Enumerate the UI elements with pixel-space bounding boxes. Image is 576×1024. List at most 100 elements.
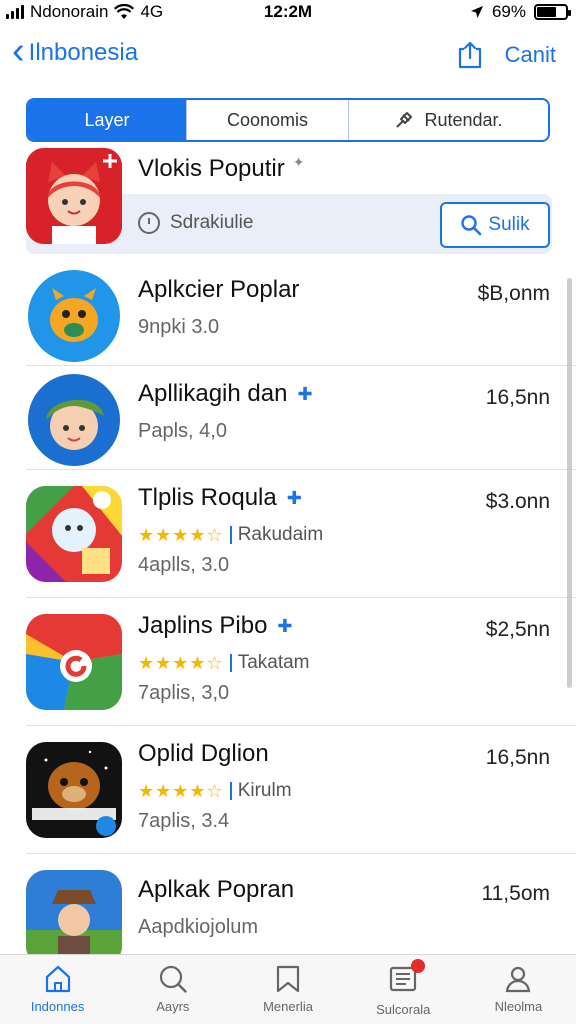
app-meta: 9npki 3.0 — [138, 316, 220, 338]
tab-label: Menerlia — [263, 999, 313, 1014]
share-icon[interactable] — [455, 40, 485, 70]
app-price[interactable]: 16,5nn — [486, 386, 550, 410]
featured-subtitle-text: Sdrakiulie — [170, 212, 254, 233]
add-icon[interactable]: ✚ — [297, 384, 312, 404]
nav-actions: Canit — [455, 40, 556, 70]
app-name-text: Aplkak Popran — [138, 876, 295, 903]
rating-line: ★★★★☆ Kirulm — [138, 780, 292, 802]
pin-icon — [396, 112, 413, 128]
app-name-text: Aplkcier Poplar — [138, 276, 300, 303]
location-arrow-icon — [470, 6, 483, 18]
app-meta: 7aplis, 3.4 — [138, 810, 230, 832]
star-rating: ★★★★☆ — [138, 780, 224, 801]
search-icon — [461, 215, 482, 236]
list-item[interactable]: Aplkcier Poplar 9npki 3.0 $B,onm — [26, 262, 576, 366]
app-list: Aplkcier Poplar 9npki 3.0 $B,onm Apllika… — [0, 262, 576, 966]
cart-button[interactable]: Canit — [505, 42, 556, 68]
battery-fill — [537, 7, 557, 17]
app-name-text: Apllikagih dan — [138, 380, 288, 407]
featured-subtitle: Sdrakiulie — [138, 212, 253, 234]
segment-calendar[interactable]: Rutendar. — [348, 100, 548, 140]
rating-label: Kirulm — [237, 780, 292, 801]
segmented-control: Layer Coonomis Rutendar. — [26, 98, 550, 142]
app-name-text: Tlplis Roqula — [138, 484, 277, 511]
featured-card[interactable]: Vlokis Poputir ✦ Sdrakiulie Sulik — [26, 148, 552, 254]
app-icon — [26, 614, 122, 710]
tab-label: Nleolma — [494, 999, 543, 1014]
tab-home[interactable]: Indonnes — [0, 955, 115, 1024]
clock-icon — [138, 212, 160, 234]
tab-label: Sulcorala — [376, 1002, 431, 1017]
featured-app-icon[interactable] — [26, 148, 122, 244]
app-name-text: Oplid Dglion — [138, 740, 269, 767]
app-icon — [26, 268, 122, 364]
add-icon[interactable]: ✚ — [277, 616, 292, 636]
app-name: Japlins Pibo ✚ — [138, 612, 293, 640]
profile-icon — [506, 966, 531, 993]
app-name: Tlplis Roqula ✚ — [138, 484, 302, 512]
tab-bar: Indonnes Aayrs Menerlia Sulcorala Nleolm… — [0, 954, 576, 1024]
app-price[interactable]: $B,onm — [478, 282, 550, 306]
app-name: Apllikagih dan ✚ — [138, 380, 313, 408]
app-price[interactable]: 11,5om — [482, 882, 551, 906]
segment-label: Rutendar. — [424, 109, 503, 130]
list-item[interactable]: Apllikagih dan ✚ Papls, 4,0 16,5nn — [26, 366, 576, 470]
bookmark-icon — [276, 965, 300, 993]
divider — [229, 526, 232, 544]
news-icon-wrap — [387, 959, 426, 998]
star-rating: ★★★★☆ — [138, 524, 224, 545]
app-meta: Papls, 4,0 — [138, 420, 227, 442]
notification-badge — [411, 959, 426, 973]
list-item[interactable]: Tlplis Roqula ✚ ★★★★☆ Rakudaim 4aplls, 3.… — [26, 470, 576, 598]
star-rating: ★★★★☆ — [138, 652, 224, 673]
tab-search[interactable]: Aayrs — [115, 955, 230, 1024]
chevron-left-icon: ‹ — [12, 30, 25, 72]
app-meta: 4aplls, 3.0 — [138, 554, 230, 576]
segment-label: Coonomis — [226, 109, 309, 130]
divider — [229, 654, 232, 672]
app-name-text: Japlins Pibo — [138, 612, 268, 639]
add-icon[interactable]: ✚ — [287, 488, 302, 508]
scrollbar[interactable] — [567, 278, 572, 688]
list-item[interactable]: Japlins Pibo ✚ ★★★★☆ Takatam 7aplis, 3,0 … — [26, 598, 576, 726]
verified-icon: ✦ — [292, 154, 305, 170]
tab-news[interactable]: Sulcorala — [346, 955, 461, 1024]
rating-line: ★★★★☆ Rakudaim — [138, 524, 323, 546]
app-icon — [26, 486, 122, 582]
search-button[interactable]: Sulik — [440, 202, 550, 248]
featured-title: Vlokis Poputir ✦ — [138, 154, 304, 183]
tab-bookmarks[interactable]: Menerlia — [230, 955, 345, 1024]
battery-percent: 69% — [491, 2, 526, 21]
segment-economics[interactable]: Coonomis — [186, 100, 348, 140]
app-name: Aplkak Popran — [138, 876, 294, 904]
segment-layer[interactable]: Layer — [28, 100, 186, 140]
app-name: Aplkcier Poplar — [138, 276, 299, 304]
tab-label: Aayrs — [156, 999, 190, 1014]
featured-title-text: Vlokis Poputir — [138, 155, 285, 182]
navigation-bar: ‹ Ilnbonesia Canit — [0, 28, 576, 88]
app-name: Oplid Dglion — [138, 740, 269, 768]
search-button-label: Sulik — [488, 214, 530, 235]
app-icon — [26, 372, 122, 468]
battery-icon — [534, 4, 571, 20]
back-label: Ilnbonesia — [28, 39, 139, 66]
divider — [229, 782, 232, 800]
app-price[interactable]: $2,5nn — [486, 618, 550, 642]
home-icon — [45, 965, 70, 993]
list-item[interactable]: Aplkak Popran Aapdkiojolum 11,5om — [26, 854, 576, 966]
app-price[interactable]: 16,5nn — [486, 746, 550, 770]
search-icon — [159, 965, 187, 993]
status-right: 69% — [470, 2, 571, 22]
status-bar: Ndonorain 4G 12:2M 69% — [0, 0, 576, 26]
tab-profile[interactable]: Nleolma — [461, 955, 576, 1024]
tab-label: Indonnes — [30, 999, 85, 1014]
list-item[interactable]: Oplid Dglion ★★★★☆ Kirulm 7aplis, 3.4 16… — [26, 726, 576, 854]
app-meta: 7aplis, 3,0 — [138, 682, 230, 704]
rating-label: Rakudaim — [237, 524, 324, 545]
rating-label: Takatam — [237, 652, 310, 673]
segment-label: Layer — [84, 109, 130, 130]
back-button[interactable]: ‹ Ilnbonesia — [12, 32, 139, 70]
app-meta: Aapdkiojolum — [138, 916, 259, 938]
rating-line: ★★★★☆ Takatam — [138, 652, 310, 674]
app-price[interactable]: $3.onn — [486, 490, 550, 514]
